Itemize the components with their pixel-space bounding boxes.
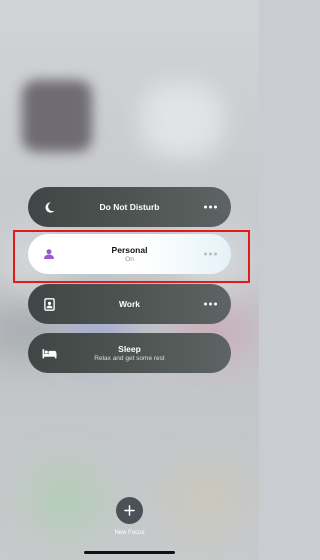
more-options-icon[interactable] — [204, 302, 217, 306]
focus-label: Do Not Disturb — [99, 202, 160, 212]
moon-icon — [41, 199, 57, 215]
focus-label: Sleep — [118, 343, 141, 354]
focus-work[interactable]: Work — [28, 284, 231, 324]
plus-icon — [124, 505, 135, 516]
more-options-icon[interactable] — [204, 205, 217, 209]
focus-do-not-disturb[interactable]: Do Not Disturb — [28, 187, 231, 227]
focus-description: Relax and get some rest — [94, 354, 165, 362]
home-indicator[interactable] — [84, 551, 175, 554]
bed-icon — [41, 345, 57, 361]
new-focus-label: New Focus — [114, 530, 145, 536]
id-badge-icon — [41, 296, 57, 312]
focus-label: Work — [118, 299, 141, 309]
selection-highlight — [13, 230, 250, 283]
new-focus-button[interactable] — [116, 497, 143, 524]
focus-sleep[interactable]: Sleep Relax and get some rest — [28, 333, 231, 373]
